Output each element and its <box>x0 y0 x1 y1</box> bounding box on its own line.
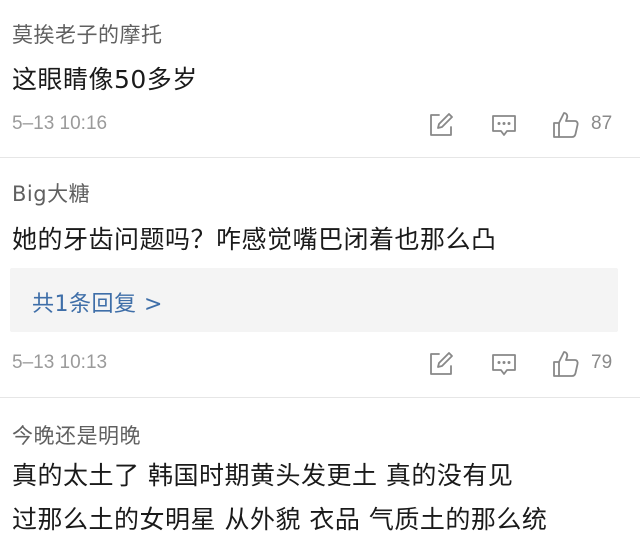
view-replies-link[interactable]: 共1条回复 > <box>32 286 163 318</box>
comment-meta: 5–13 10:16 87 <box>0 105 640 145</box>
comment-meta: 5–13 10:13 79 <box>0 344 640 384</box>
comment-timestamp: 5–13 10:13 <box>12 352 108 373</box>
comment-username[interactable]: Big大糖 <box>12 178 90 208</box>
comment-content-line: 过那么土的女明星 从外貌 衣品 气质土的那么统 <box>12 505 548 534</box>
comment-content: 她的牙齿问题吗？咋感觉嘴巴闭着也那么凸 <box>12 225 497 254</box>
like-count: 79 <box>591 352 613 373</box>
comment-content-line: 真的太土了 韩国时期黄头发更土 真的没有见 <box>12 461 514 490</box>
comment-item: Big大糖 她的牙齿问题吗？咋感觉嘴巴闭着也那么凸 共1条回复 > 5–13 1… <box>0 158 640 398</box>
comment-icon[interactable] <box>488 348 520 380</box>
comment-item: 莫挨老子的摩托 这眼睛像50多岁 5–13 10:16 87 <box>0 0 640 158</box>
thumbs-up-icon[interactable] <box>550 109 582 141</box>
like-count: 87 <box>591 113 613 134</box>
comment-icon[interactable] <box>488 109 520 141</box>
comment-item: 今晚还是明晚 真的太土了 韩国时期黄头发更土 真的没有见 过那么土的女明星 从外… <box>0 398 640 534</box>
comment-username[interactable]: 今晚还是明晚 <box>12 420 141 450</box>
comment-username[interactable]: 莫挨老子的摩托 <box>12 19 163 49</box>
reply-summary-box[interactable]: 共1条回复 > <box>10 268 618 332</box>
edit-icon[interactable] <box>425 348 457 380</box>
thumbs-up-icon[interactable] <box>550 348 582 380</box>
comment-timestamp: 5–13 10:16 <box>12 113 108 134</box>
comment-content: 这眼睛像50多岁 <box>12 65 198 94</box>
edit-icon[interactable] <box>425 109 457 141</box>
